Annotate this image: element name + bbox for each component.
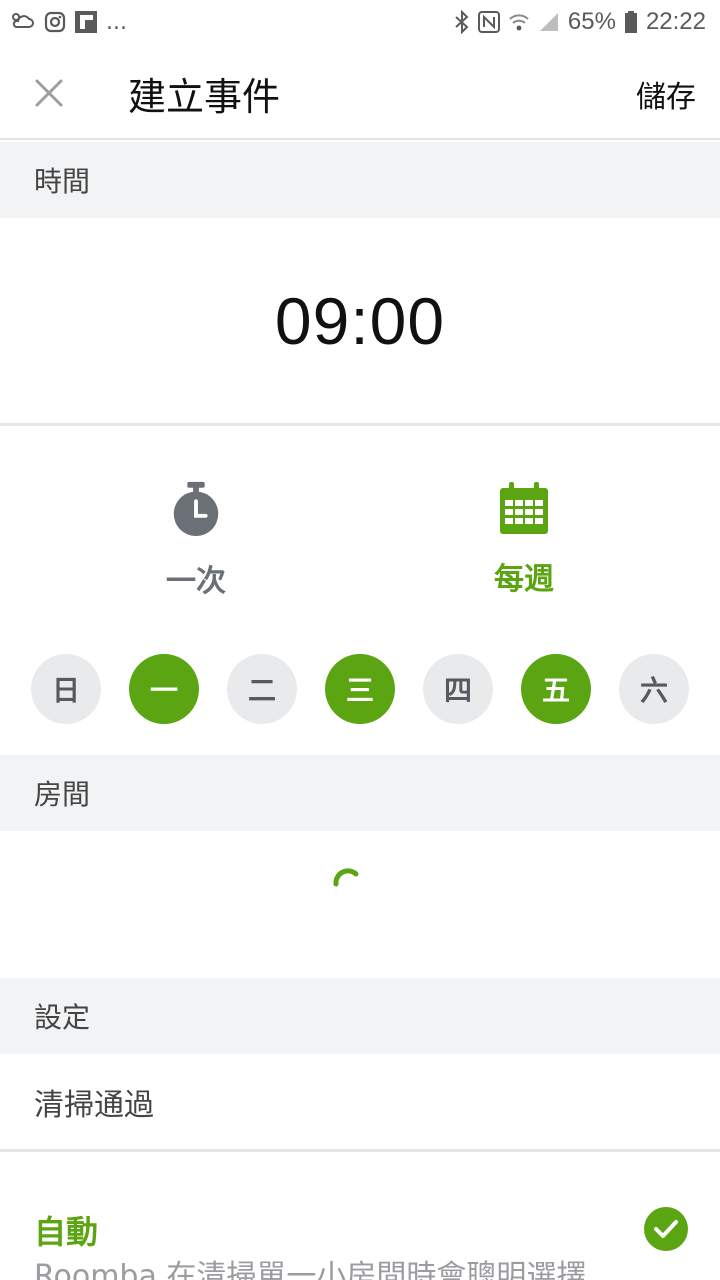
wifi-icon [508, 11, 530, 33]
auto-option-title: 自動 [34, 1213, 99, 1251]
settings-section-header: 設定 [0, 978, 720, 1054]
battery-icon [624, 10, 638, 34]
status-right: 65% 22:22 [454, 8, 706, 36]
bluetooth-icon [454, 10, 470, 34]
instagram-icon [44, 11, 66, 33]
nfc-icon [477, 11, 500, 33]
frequency-once-option[interactable]: 一次 [96, 480, 296, 600]
close-icon [35, 79, 63, 107]
selected-check-badge [644, 1207, 688, 1251]
more-notifications-indicator: ... [106, 9, 127, 35]
battery-percent: 65% [567, 8, 616, 35]
time-picker[interactable]: 09:00 [0, 218, 720, 426]
room-section-header: 房間 [0, 755, 720, 831]
checkmark-icon [654, 1220, 678, 1238]
day-toggle-saturday[interactable]: 六 [619, 654, 689, 724]
flipboard-icon [74, 10, 98, 34]
day-toggle-wednesday[interactable]: 三 [325, 654, 395, 724]
loading-spinner-icon [333, 868, 359, 887]
save-button[interactable]: 儲存 [636, 72, 696, 116]
signal-icon [538, 11, 560, 33]
day-selector: 日 一 二 三 四 五 六 [31, 654, 691, 724]
frequency-once-label: 一次 [166, 564, 226, 599]
frequency-weekly-option[interactable]: 每週 [424, 480, 624, 600]
status-bar: ... 65% 22:22 [0, 0, 720, 44]
status-left: ... [10, 10, 127, 35]
auto-option-description: Roomba 在清掃單一小房間時會聰明選擇 [34, 1259, 587, 1280]
calendar-icon [500, 482, 548, 534]
clock: 22:22 [645, 8, 706, 35]
cleaning-passes-row[interactable]: 清掃通過 [0, 1054, 720, 1152]
day-toggle-thursday[interactable]: 四 [423, 654, 493, 724]
app-bar: 建立事件 儲存 [0, 44, 720, 140]
day-toggle-monday[interactable]: 一 [129, 654, 199, 724]
page-title: 建立事件 [128, 75, 281, 119]
day-toggle-tuesday[interactable]: 二 [227, 654, 297, 724]
weather-icon [10, 11, 36, 33]
auto-passes-option[interactable]: 自動 Roomba 在清掃單一小房間時會聰明選擇 [0, 1155, 720, 1280]
stopwatch-icon [173, 481, 219, 537]
day-toggle-sunday[interactable]: 日 [31, 654, 101, 724]
day-toggle-friday[interactable]: 五 [521, 654, 591, 724]
time-section-header: 時間 [0, 142, 720, 218]
frequency-weekly-label: 每週 [494, 562, 554, 597]
close-button[interactable] [26, 70, 72, 116]
